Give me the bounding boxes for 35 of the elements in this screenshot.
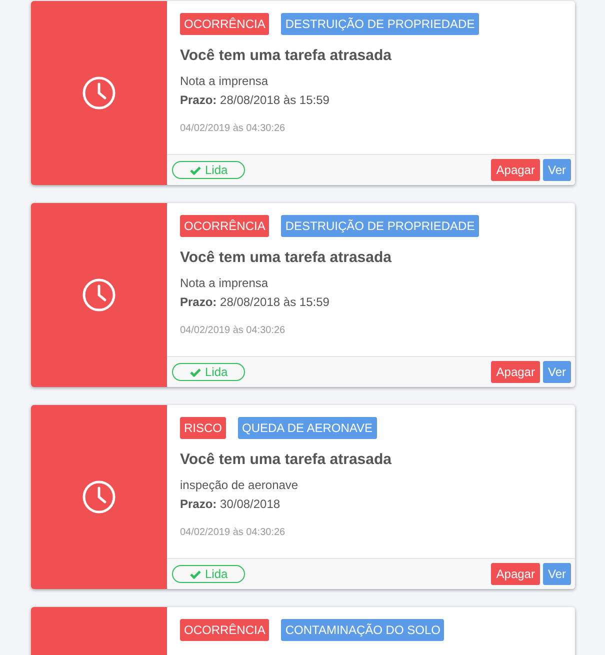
- status-label: Lida: [205, 567, 228, 581]
- check-icon: [190, 570, 201, 578]
- view-button[interactable]: Ver: [542, 159, 571, 181]
- category-tag: OCORRÊNCIA: [180, 13, 270, 35]
- status-label: Lida: [205, 365, 228, 379]
- status-label: Lida: [205, 163, 228, 177]
- delete-button[interactable]: Apagar: [491, 159, 540, 181]
- check-icon: [190, 368, 201, 376]
- notification-description: inspeção de aeronave: [180, 478, 300, 492]
- category-tag: DESTRUIÇÃO DE PROPRIEDADE: [281, 215, 479, 237]
- category-tag: CONTAMINAÇÃO DO SOLO: [281, 619, 444, 641]
- deadline-text: Prazo: 30/08/2018: [180, 497, 282, 511]
- clock-icon: [82, 480, 116, 514]
- timestamp: 04/02/2019 às 04:30:26: [180, 527, 286, 538]
- notification-description: Nota a imprensa: [180, 74, 270, 88]
- notification-title: Você tem uma tarefa atrasada: [180, 451, 392, 468]
- check-icon: [190, 166, 201, 174]
- clock-icon: [82, 278, 116, 312]
- delete-button[interactable]: Apagar: [491, 563, 540, 585]
- timestamp: 04/02/2019 às 04:30:26: [180, 325, 286, 336]
- category-tag: RISCO: [180, 417, 226, 439]
- category-tag: DESTRUIÇÃO DE PROPRIEDADE: [281, 13, 479, 35]
- deadline-text: Prazo: 28/08/2018 às 15:59: [180, 93, 330, 107]
- category-tag: OCORRÊNCIA: [180, 619, 270, 641]
- category-tag: QUEDA DE AERONAVE: [238, 417, 376, 439]
- category-tag: OCORRÊNCIA: [180, 215, 270, 237]
- deadline-text: Prazo: 28/08/2018 às 15:59: [180, 295, 330, 309]
- delete-button[interactable]: Apagar: [491, 361, 540, 383]
- timestamp: 04/02/2019 às 04:30:26: [180, 123, 286, 134]
- notification-title: Você tem uma tarefa atrasada: [180, 249, 392, 266]
- clock-icon: [82, 76, 116, 110]
- view-button[interactable]: Ver: [542, 361, 571, 383]
- view-button[interactable]: Ver: [542, 563, 571, 585]
- notification-description: Nota a imprensa: [180, 276, 270, 290]
- notification-title: Você tem uma tarefa atrasada: [180, 47, 392, 64]
